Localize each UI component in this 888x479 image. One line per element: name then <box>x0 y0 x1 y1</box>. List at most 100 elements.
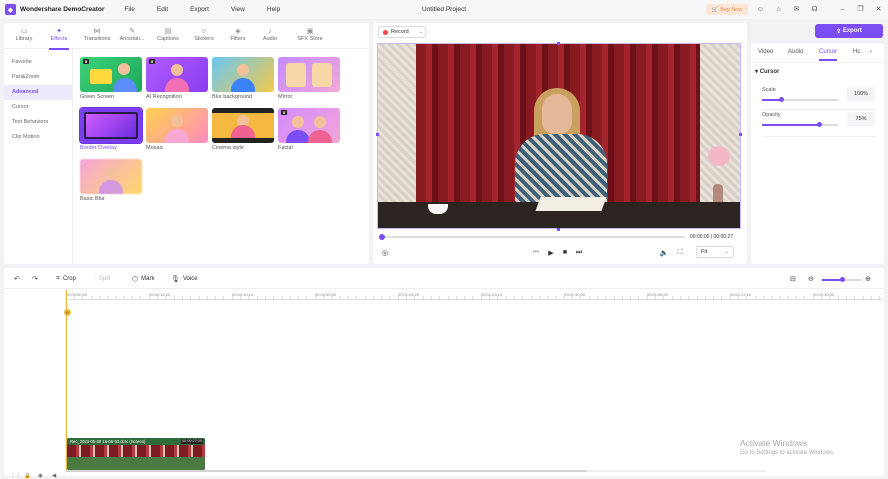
progress-knob[interactable] <box>379 234 385 240</box>
tab-transitions[interactable]: ⋈ Transitions <box>79 27 115 42</box>
mail-icon[interactable]: ✉ <box>792 5 801 14</box>
opacity-knob[interactable] <box>816 122 822 127</box>
effect-cinema-style[interactable]: Cinema style <box>212 108 274 151</box>
category-advanced[interactable]: Advanced <box>4 85 72 100</box>
cursor-section-header[interactable]: ▾ Cursor <box>755 68 779 75</box>
mark-button[interactable]: ⬡ Mark <box>132 275 154 283</box>
tab-hotkey[interactable]: Hc <box>853 49 860 55</box>
volume-icon[interactable]: 🔈 <box>659 249 669 257</box>
split-button[interactable]: ⫶ Split <box>94 275 110 283</box>
speaker-icon[interactable]: ◀ <box>52 473 56 479</box>
tab-effects[interactable]: ✦ Effects <box>41 27 77 50</box>
tab-label: Audio <box>262 36 278 42</box>
next-frame-icon[interactable]: ⏭ <box>574 249 584 257</box>
track-handle-icon[interactable]: ⋮⋮ <box>10 473 21 479</box>
resize-handle[interactable] <box>376 133 379 136</box>
tab-cursor[interactable]: Cursor <box>819 49 838 61</box>
app-logo-icon: ◆ <box>5 4 16 15</box>
opacity-value[interactable]: 75% <box>847 112 875 126</box>
redo-button[interactable]: ↷ <box>32 275 41 283</box>
clip-duration: 00:00:27:05 <box>180 439 203 444</box>
zoom-out-button[interactable]: ⊖ <box>808 275 817 283</box>
effect-blur-background[interactable]: Blur background <box>212 57 274 100</box>
effect-border-overlay[interactable]: Border Overlay <box>79 107 143 151</box>
effect-mirror[interactable]: Mirror <box>278 57 340 100</box>
tab-sfx-store[interactable]: ▣ SFX Store <box>292 27 328 42</box>
redo-icon: ↷ <box>32 276 38 283</box>
menu-export[interactable]: Export <box>190 6 209 13</box>
tab-captions[interactable]: ▤ Captions <box>150 27 186 42</box>
zoom-slider[interactable] <box>822 277 862 282</box>
effect-facial[interactable]: ♛ Facial <box>278 108 340 151</box>
crop-button[interactable]: ⌗ Crop <box>56 275 76 283</box>
preview-panel: Record ⌄ 00:00:00 | 00:00:27 ◎ ⏮ ▶ ■ ⏭ 🔈… <box>373 23 747 264</box>
play-icon[interactable]: ▶ <box>546 249 556 257</box>
category-clip-motion[interactable]: Clip Motion <box>4 130 72 145</box>
tab-annotation[interactable]: ✎ Annotati... <box>114 27 150 42</box>
figure-illustration <box>286 130 310 143</box>
transitions-icon: ⋈ <box>93 28 101 35</box>
playback-progress[interactable] <box>379 234 685 240</box>
category-text-behaviors[interactable]: Text Behaviors <box>4 115 72 130</box>
snapshot-icon[interactable]: ◎ <box>380 249 390 257</box>
ruler-tick: 00:00:33:10 <box>232 292 254 297</box>
buy-now-button[interactable]: 🛒 Buy Now <box>706 4 748 15</box>
time-ruler[interactable]: 00:00:00:00 00:00:16:20 00:00:33:10 00:0… <box>66 290 882 300</box>
minimize-icon[interactable]: – <box>838 5 847 14</box>
resize-handle[interactable] <box>557 42 560 45</box>
premium-crown-icon: ♛ <box>149 59 155 64</box>
lock-icon[interactable]: 🔒 <box>24 473 31 479</box>
effect-mosaic[interactable]: Mosaic <box>146 108 208 151</box>
tab-label: Captions <box>157 36 179 42</box>
effect-ai-recognition[interactable]: ♛ AI Recognition <box>146 57 208 100</box>
effect-green-screen[interactable]: ♛ Green Screen <box>80 57 142 100</box>
scale-slider[interactable] <box>762 97 838 102</box>
zoom-in-button[interactable]: ⊕ <box>865 275 874 283</box>
learn-icon[interactable]: ⌂ <box>774 5 783 14</box>
scrollbar-thumb[interactable] <box>66 470 586 472</box>
tab-audio[interactable]: Audio <box>788 49 803 55</box>
tab-filters[interactable]: ◈ Filters <box>220 27 256 42</box>
video-canvas[interactable] <box>377 43 741 229</box>
resize-handle[interactable] <box>557 228 560 231</box>
fit-timeline-button[interactable]: ⊟ <box>790 275 799 283</box>
effect-basic-blur[interactable]: Basic Blur <box>80 159 142 202</box>
previous-frame-icon[interactable]: ⏮ <box>531 249 541 257</box>
timeline-clip[interactable]: Rec_2023-05-30 16-06-53.dcrc (Screen) 00… <box>67 438 205 470</box>
divider <box>4 288 884 289</box>
tab-audio[interactable]: ♪ Audio <box>252 27 288 42</box>
user-icon[interactable]: ☺ <box>756 5 765 14</box>
timeline-scrollbar[interactable] <box>66 470 766 472</box>
stickers-icon: ☺ <box>200 28 208 35</box>
zoom-knob[interactable] <box>840 277 845 282</box>
stop-icon[interactable]: ■ <box>560 249 570 256</box>
menu-view[interactable]: View <box>231 6 245 13</box>
title-bar: ◆ Wondershare DemoCreator File Edit Expo… <box>0 0 888 19</box>
export-button[interactable]: ⇪ Export <box>815 24 883 38</box>
opacity-slider[interactable] <box>762 122 838 127</box>
undo-button[interactable]: ↶ <box>14 275 23 283</box>
tab-stickers[interactable]: ☺ Stickers <box>186 27 222 42</box>
menu-bar: File Edit Export View Help <box>124 6 302 13</box>
close-icon[interactable]: ✕ <box>874 5 883 14</box>
category-pan-zoom[interactable]: Pan&Zoom <box>4 70 72 85</box>
eye-icon[interactable]: ◉ <box>38 473 43 479</box>
category-cursor[interactable]: Cursor <box>4 100 72 115</box>
tab-library[interactable]: ▭ Library <box>6 27 42 42</box>
menu-file[interactable]: File <box>124 6 134 13</box>
menu-edit[interactable]: Edit <box>157 6 168 13</box>
record-button[interactable]: Record ⌄ <box>378 26 426 38</box>
category-favorite[interactable]: Favorite <box>4 55 72 70</box>
resize-handle[interactable] <box>739 133 742 136</box>
tab-video[interactable]: Video <box>758 49 773 55</box>
fit-select[interactable]: Fit ⌄ <box>696 246 734 258</box>
scale-knob[interactable] <box>778 97 784 102</box>
playhead-marker[interactable]: E <box>64 309 71 316</box>
headset-icon[interactable]: ☊ <box>810 5 819 14</box>
restore-icon[interactable]: ❐ <box>856 5 865 14</box>
scale-value[interactable]: 100% <box>847 87 875 101</box>
fullscreen-icon[interactable]: ⛶ <box>675 249 685 257</box>
chevron-left-icon[interactable]: ‹ <box>870 49 872 55</box>
voice-button[interactable]: 🎙 Voice <box>171 275 198 283</box>
menu-help[interactable]: Help <box>267 6 280 13</box>
